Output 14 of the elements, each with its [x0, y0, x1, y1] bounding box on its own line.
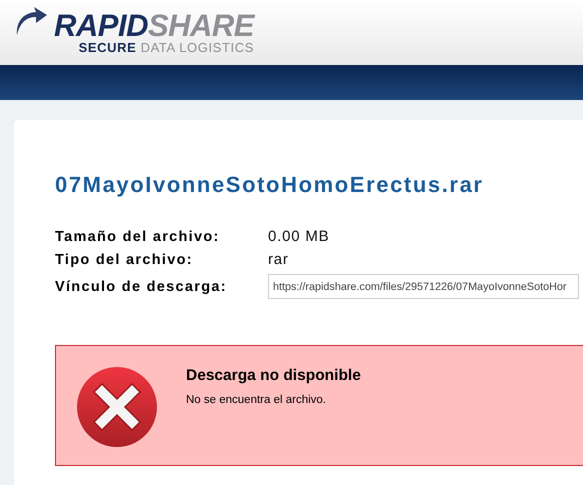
logo-text: SHARE: [148, 8, 254, 42]
detail-value: 0.00 MB: [268, 228, 330, 245]
error-title: Descarga no disponible: [186, 367, 361, 385]
logo-tagline: SECURE: [78, 40, 136, 54]
error-message: No se encuentra el archivo.: [186, 394, 327, 406]
error-icon: [76, 366, 158, 448]
logo-text: RAPID: [54, 8, 148, 42]
download-link-field[interactable]: https://rapidshare.com/files/29571226/07MayoIvonneSotoHor: [268, 274, 579, 299]
logo-tagline: DATA LOGISTICS: [140, 40, 254, 54]
detail-value: rar: [268, 251, 290, 268]
detail-label: Tamaño del archivo:: [55, 228, 221, 244]
detail-label: Vínculo de descarga:: [55, 278, 228, 294]
detail-label: Tipo del archivo:: [55, 252, 194, 268]
file-name-title: 07MayoIvonneSotoHomoErectus.rar: [55, 172, 485, 198]
